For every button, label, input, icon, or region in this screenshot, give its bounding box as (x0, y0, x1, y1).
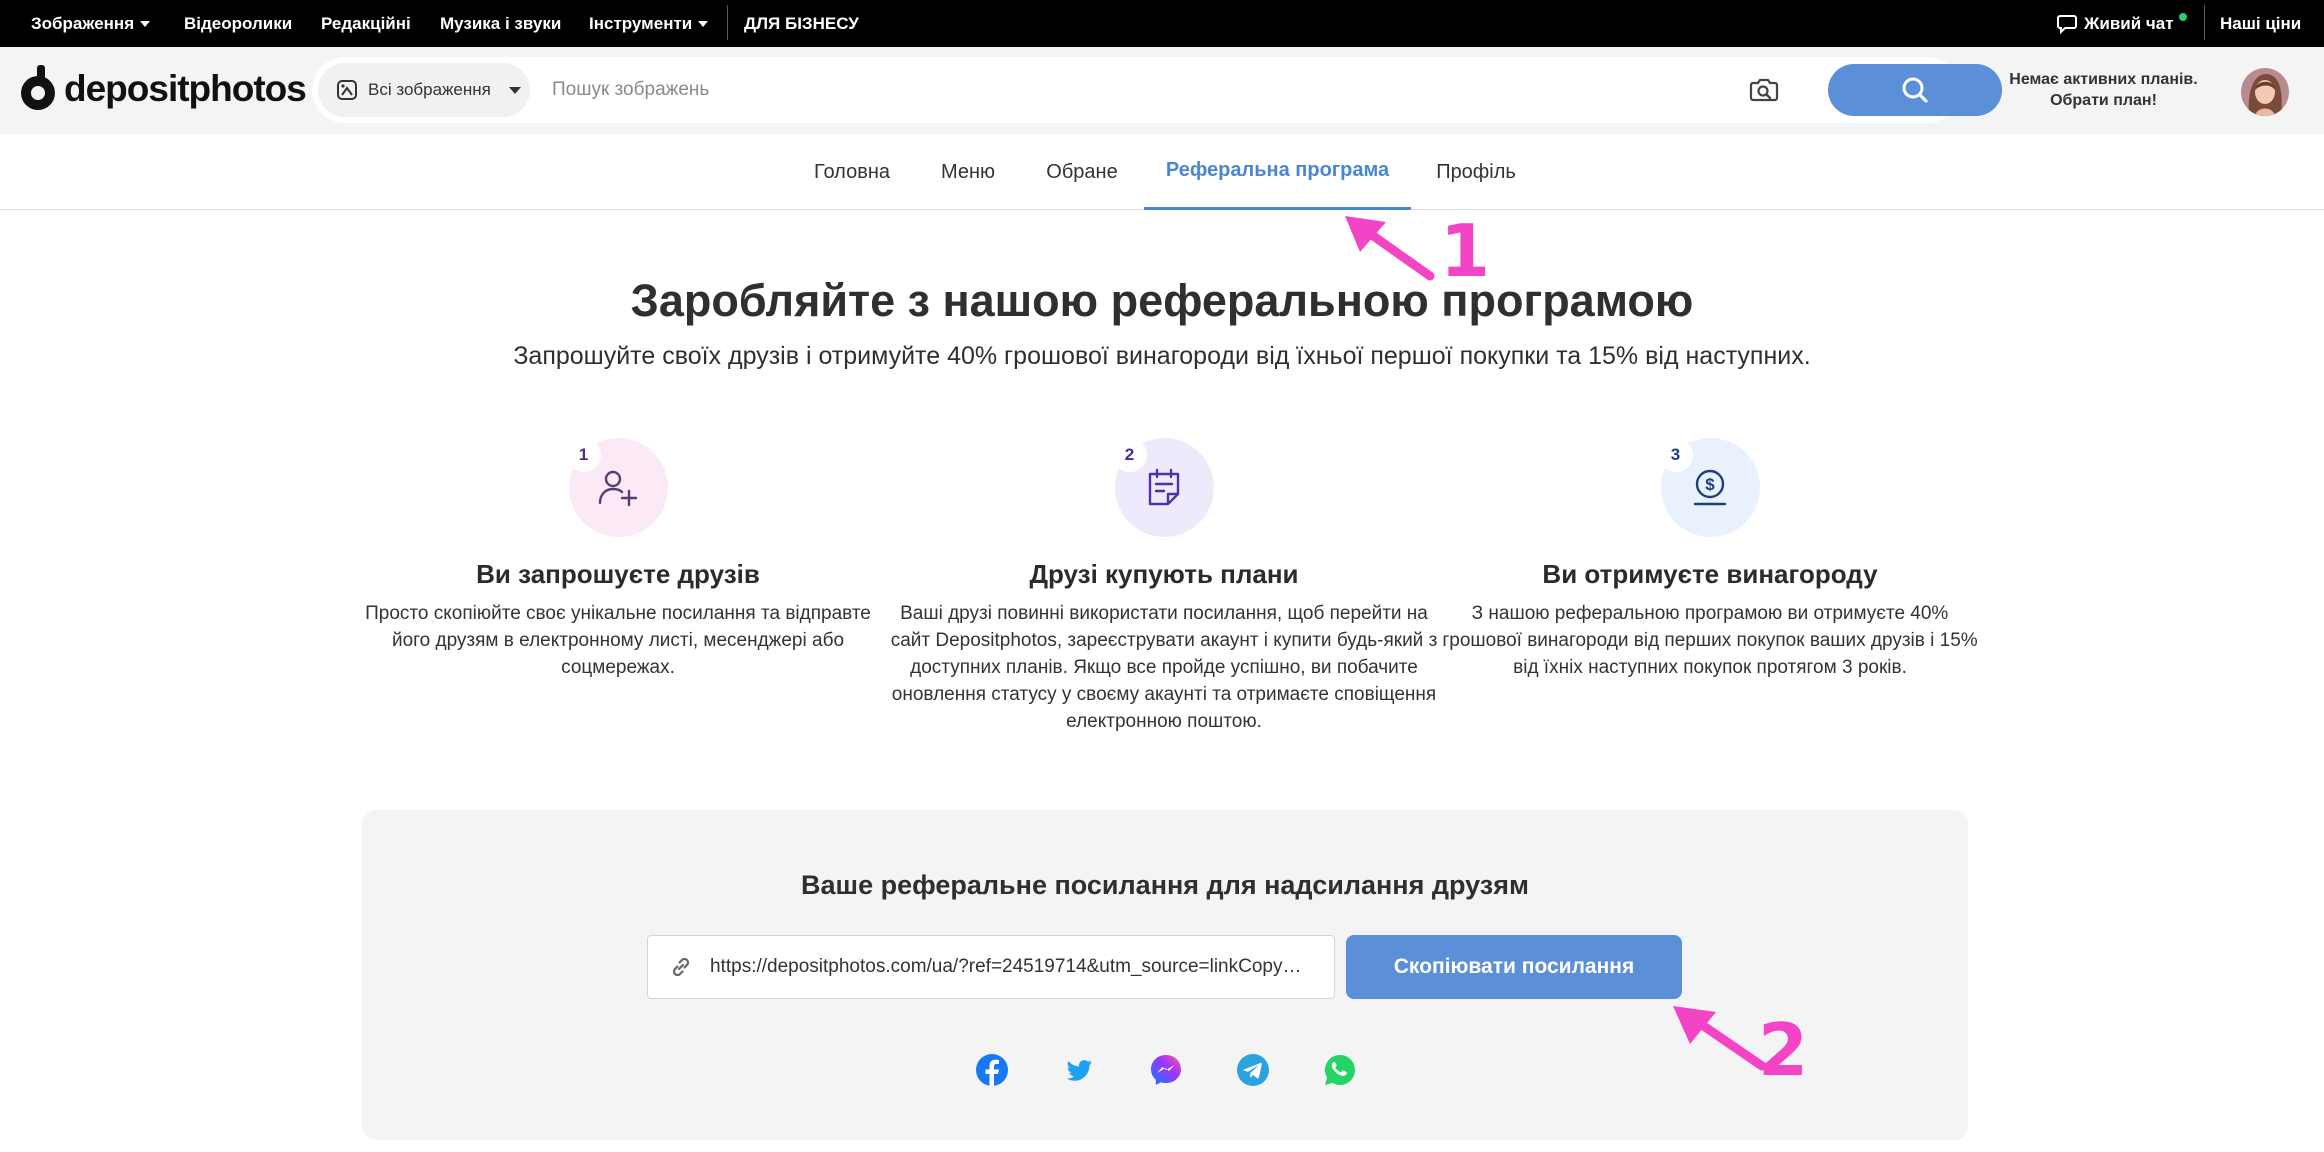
telegram-icon (1237, 1054, 1269, 1086)
chat-bubble-icon (2057, 14, 2077, 34)
nav-prices-label: Наші ціни (2220, 13, 2302, 33)
nav-business[interactable]: ДЛЯ БІЗНЕСУ (744, 0, 859, 47)
annotation-number-2: 2 (1758, 1008, 1809, 1092)
link-icon (672, 957, 690, 977)
live-chat-label: Живий чат (2084, 13, 2174, 33)
share-twitter-button[interactable] (1062, 1053, 1096, 1087)
divider (727, 5, 728, 40)
share-telegram-button[interactable] (1236, 1053, 1270, 1087)
category-select[interactable]: Всі зображення (318, 63, 530, 117)
choose-plan-link[interactable]: Немає активних планів. Обрати план! (1996, 69, 2211, 111)
page-subtitle: Запрошуйте своїх друзів і отримуйте 40% … (513, 342, 1811, 370)
referral-link-value: https://depositphotos.com/ua/?ref=245197… (710, 956, 1310, 977)
nav-music[interactable]: Музика і звуки (440, 0, 561, 47)
svg-text:$: $ (1705, 475, 1715, 494)
step-description: Просто скопіюйте своє унікальне посиланн… (365, 603, 871, 678)
top-bar: Зображення Відеоролики Редакційні Музика… (0, 0, 2324, 47)
referral-link-field[interactable]: https://depositphotos.com/ua/?ref=245197… (647, 935, 1335, 999)
avatar[interactable] (2241, 68, 2289, 116)
search-icon (1902, 77, 1928, 103)
nav-tools-label: Інструменти (589, 13, 693, 33)
nav-business-label: ДЛЯ БІЗНЕСУ (744, 13, 859, 33)
choose-plan-text: Обрати план! (2050, 92, 2157, 109)
nav-editorial[interactable]: Редакційні (321, 0, 411, 47)
profile-tabs: Головна Меню Обране Реферальна програма … (0, 134, 2324, 210)
messenger-icon (1151, 1055, 1181, 1085)
share-whatsapp-button[interactable] (1323, 1053, 1357, 1087)
logo[interactable]: depositphotos (20, 65, 307, 111)
whatsapp-icon (1325, 1055, 1355, 1085)
depositphotos-logo-icon (21, 65, 55, 110)
image-category-icon (337, 80, 357, 100)
search-button[interactable] (1828, 64, 2002, 116)
divider (2204, 5, 2205, 40)
referral-link-title: Ваше реферальне посилання для надсилання… (801, 870, 1529, 900)
step-invite: 1 Ви запрошуєте друзів Просто скопіюйте … (344, 438, 892, 681)
tab-home[interactable]: Головна (808, 134, 896, 210)
search-bar: Всі зображення (312, 57, 2002, 123)
header: depositphotos Всі зображення Пошук зобра… (0, 47, 2324, 134)
logo-text: depositphotos (64, 67, 307, 109)
chevron-down-icon (140, 21, 151, 27)
nav-editorial-label: Редакційні (321, 13, 411, 33)
chevron-down-icon (698, 21, 709, 27)
tab-favorites[interactable]: Обране (1040, 134, 1124, 210)
nav-images-label: Зображення (31, 13, 135, 33)
page-title: Заробляйте з нашою реферальною програмою (630, 275, 1694, 326)
online-status-dot (2178, 12, 2187, 21)
tab-menu[interactable]: Меню (935, 134, 1001, 210)
step-title: Ви отримуєте винагороду (1542, 559, 1878, 589)
nav-tools[interactable]: Інструменти (589, 0, 709, 47)
tab-referral-program[interactable]: Реферальна програма (1144, 134, 1411, 210)
step-icon-circle: 1 (566, 438, 668, 537)
dollar-coin-icon: $ (1693, 469, 1727, 505)
step-number: 1 (566, 438, 601, 472)
step-description: З нашою реферальною програмою ви отримує… (1442, 603, 1978, 678)
search-input[interactable] (550, 57, 1550, 123)
step-title: Ви запрошуєте друзів (476, 559, 760, 589)
nav-music-label: Музика і звуки (440, 13, 562, 33)
nav-videos-label: Відеоролики (184, 13, 293, 33)
share-facebook-button[interactable] (975, 1053, 1009, 1087)
chevron-down-icon (508, 86, 521, 94)
share-messenger-button[interactable] (1149, 1053, 1183, 1087)
user-plus-icon (598, 470, 638, 506)
twitter-icon (1066, 1060, 1092, 1081)
facebook-icon (976, 1054, 1008, 1086)
nav-videos[interactable]: Відеоролики (184, 0, 292, 47)
step-number: 3 (1658, 438, 1693, 472)
step-description: Ваші друзі повинні використати посилання… (890, 603, 1438, 732)
nav-prices[interactable]: Наші ціни (2220, 0, 2301, 47)
step-title: Друзі купують плани (1029, 559, 1299, 589)
step-reward: 3 $ Ви отримуєте винагороду З нашою рефе… (1436, 438, 1984, 681)
referral-link-panel: Ваше реферальне посилання для надсилання… (362, 810, 1968, 1140)
visual-search-button[interactable] (1748, 74, 1780, 106)
step-icon-circle: 3 $ (1658, 438, 1760, 537)
step-friends-buy: 2 Друзі купують плани Ваші друзі повинні… (890, 438, 1438, 735)
calendar-note-icon (1148, 468, 1180, 505)
copy-link-button[interactable]: Скопіювати посилання (1346, 935, 1682, 999)
category-label: Всі зображення (368, 80, 491, 99)
plan-status-text: Немає активних планів. (2009, 71, 2198, 88)
step-icon-circle: 2 (1112, 438, 1214, 537)
nav-images[interactable]: Зображення (31, 0, 151, 47)
camera-search-icon (1749, 78, 1779, 102)
tab-profile[interactable]: Профіль (1432, 134, 1520, 210)
live-chat-link[interactable]: Живий чат (2056, 0, 2187, 47)
step-number: 2 (1112, 438, 1147, 472)
user-avatar-image (2241, 68, 2289, 116)
